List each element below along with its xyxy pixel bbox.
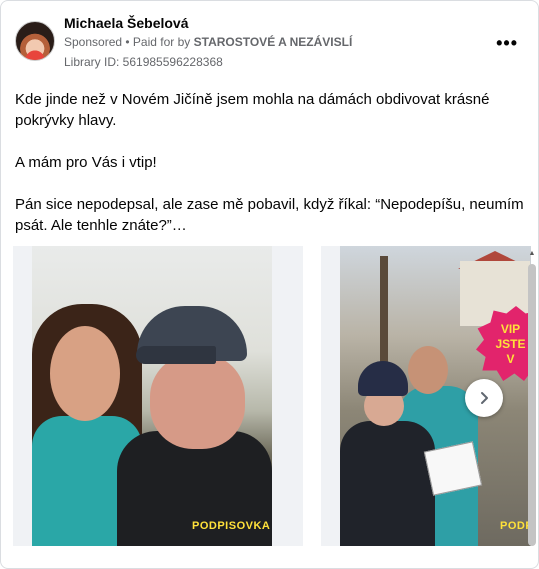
sponsor-meta: Sponsored • Paid for by STAROSTOVÉ A NEZ…: [64, 35, 352, 49]
vertical-scrollbar[interactable]: ▲: [528, 246, 536, 551]
author-avatar[interactable]: [15, 21, 55, 61]
meta-separator: •: [122, 35, 133, 49]
paid-for-prefix: Paid for by: [132, 35, 194, 49]
sponsored-label: Sponsored: [64, 35, 123, 49]
carousel-next-button[interactable]: [465, 379, 503, 417]
chevron-right-icon: [481, 392, 488, 404]
post-paragraph: A mám pro Vás i vtip!: [15, 154, 157, 171]
photo-overlay-text: PODPISOVKA: [192, 520, 271, 532]
scrollbar-thumb[interactable]: [528, 264, 536, 546]
post-body: Kde jinde než v Novém Jičíně jsem mohla …: [15, 89, 527, 236]
ad-card: Michaela Šebelová Sponsored • Paid for b…: [0, 0, 539, 569]
selfie-photo: PODPISOVKA: [32, 246, 272, 546]
carousel-slide-1[interactable]: PODPISOVKA: [13, 246, 303, 546]
photo-overlay-text: PODPISOVKA: [500, 520, 531, 532]
paid-for-by-name[interactable]: STAROSTOVÉ A NEZÁVISLÍ: [194, 35, 353, 49]
library-id: Library ID: 561985596228368: [64, 55, 223, 69]
post-paragraph: Pán sice nepodepsal, ale zase mě pobavil…: [15, 196, 524, 234]
vip-badge-text: VIP JSTE V: [495, 322, 526, 366]
more-horizontal-icon: •••: [496, 33, 518, 53]
scroll-up-arrow-icon[interactable]: ▲: [528, 250, 536, 258]
image-carousel[interactable]: PODPISOVKA VIP JSTE V PODPISOVKA: [1, 246, 538, 551]
author-name[interactable]: Michaela Šebelová: [64, 15, 189, 31]
post-paragraph: Kde jinde než v Novém Jičíně jsem mohla …: [15, 91, 490, 129]
more-options-button[interactable]: •••: [496, 33, 518, 54]
